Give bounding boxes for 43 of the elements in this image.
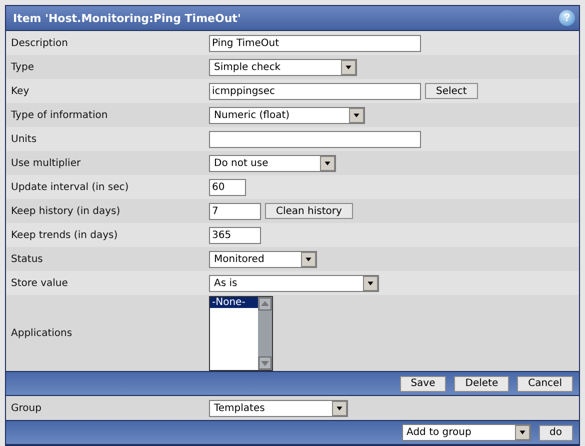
action-button[interactable]: Clean history (265, 203, 353, 219)
field-label: Group (11, 402, 42, 414)
select-field[interactable]: As is (209, 274, 379, 292)
caret-icon (301, 252, 316, 266)
input-field[interactable]: Ping TimeOut (209, 34, 421, 52)
select-field[interactable]: Add to group (402, 424, 531, 441)
select-field[interactable]: Templates (209, 400, 348, 416)
caret-icon (341, 60, 356, 74)
list-box[interactable]: -None- (209, 296, 273, 370)
field-label: Status (11, 254, 43, 264)
caret-icon (514, 425, 530, 440)
input-field[interactable] (209, 130, 421, 148)
list-item[interactable]: -None- (210, 296, 258, 308)
field-label: Use multiplier (11, 158, 81, 168)
field-label: Type (11, 62, 34, 72)
caret-icon (320, 156, 335, 170)
field-label: Store value (11, 278, 68, 288)
field-label: Key (11, 86, 30, 96)
select-field[interactable]: Numeric (float) (209, 106, 365, 124)
field-label: Type of information (11, 110, 108, 120)
caret-icon (332, 400, 347, 416)
scrollbar[interactable] (258, 296, 272, 370)
input-field[interactable]: icmppingsec (209, 82, 421, 100)
field-label: Keep trends (in days) (11, 230, 118, 240)
field-label: Units (11, 134, 37, 144)
field-label: Update interval (in sec) (11, 182, 129, 192)
action-button[interactable]: Select (425, 83, 478, 99)
action-button[interactable]: Delete (454, 376, 510, 392)
field-label: Keep history (in days) (11, 206, 120, 216)
select-field[interactable]: Simple check (209, 58, 357, 76)
field-label: Applications (11, 328, 72, 338)
input-field[interactable]: 7 (209, 202, 261, 220)
action-button[interactable]: Save (400, 376, 446, 392)
caret-icon (349, 108, 364, 122)
do-button[interactable]: do (538, 424, 573, 440)
field-label: Description (11, 38, 68, 48)
caret-icon (363, 276, 378, 290)
select-field[interactable]: Monitored (209, 250, 317, 268)
window-title: Item 'Host.Monitoring:Ping TimeOut' (13, 12, 241, 24)
action-button[interactable]: Cancel (517, 376, 573, 392)
input-field[interactable]: 365 (209, 226, 261, 244)
select-field[interactable]: Do not use (209, 154, 336, 172)
input-field[interactable]: 60 (209, 178, 246, 196)
